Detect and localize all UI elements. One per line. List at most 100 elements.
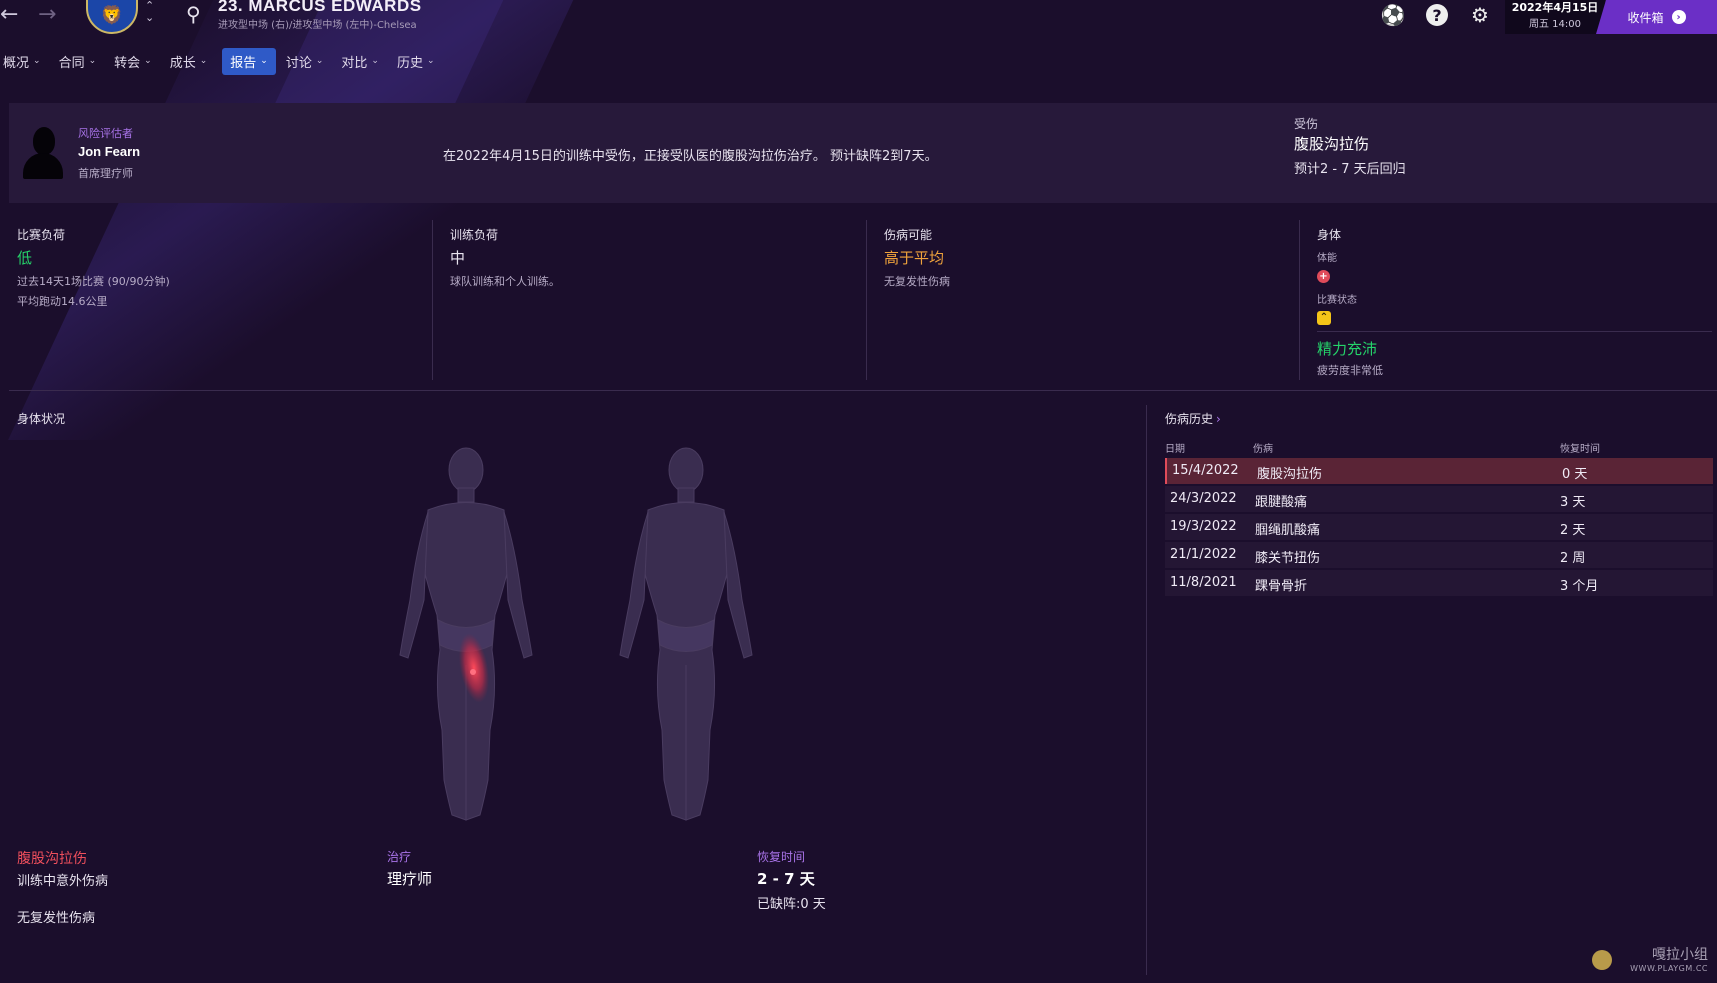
menu-transfer[interactable]: 转会 ⌄ — [111, 48, 160, 75]
form-label: 比赛状态 — [1317, 295, 1357, 306]
injury-history-link[interactable]: 伤病历史 › — [1165, 410, 1221, 427]
physical-heading: 身体 — [1317, 228, 1342, 242]
table-row[interactable]: 15/4/2022 腹股沟拉伤 0 天 — [1165, 458, 1713, 484]
divider — [1317, 331, 1712, 332]
chevron-down-icon: ⌄ — [315, 56, 324, 66]
injury-proneness-panel: 伤病可能 高于平均 无复发性伤病 — [866, 220, 1299, 380]
help-icon[interactable]: ? — [1426, 4, 1448, 26]
chevron-down-icon: ⌄ — [426, 56, 435, 66]
missed-days: 已缺阵:0 天 — [757, 897, 826, 912]
match-load-panel: 比赛负荷 低 过去14天1场比赛 (90/90分钟) 平均跑动14.6公里 — [0, 220, 432, 380]
column-header-date[interactable]: 日期 — [1165, 440, 1185, 455]
back-arrow-icon[interactable]: ← — [0, 2, 18, 27]
avatar[interactable] — [23, 127, 63, 179]
menu-label: 对比 — [341, 55, 368, 71]
menu-compare[interactable]: 对比 ⌄ — [338, 48, 387, 75]
cell-date: 21/1/2022 — [1170, 547, 1237, 562]
table-row[interactable]: 21/1/2022 膝关节扭伤 2 周 — [1165, 542, 1713, 568]
cell-recovery: 0 天 — [1562, 467, 1588, 482]
player-menu: 概况 ⌄ 合同 ⌄ 转会 ⌄ 成长 ⌄ 报告 ⌄ 讨论 ⌄ 对比 ⌄ 历史 ⌄ — [0, 47, 450, 75]
cell-injury: 腘绳肌酸痛 — [1255, 523, 1321, 538]
forward-arrow-icon[interactable]: → — [38, 2, 56, 27]
column-header-recovery[interactable]: 恢复时间 — [1560, 440, 1600, 455]
inbox-label: 收件箱 — [1627, 10, 1664, 25]
top-bar: ← → 🦁 ⌃ ⌄ ⚲ 23. MARCUS EDWARDS 进攻型中场 (右)/… — [0, 0, 1717, 40]
cell-recovery: 3 天 — [1560, 495, 1586, 510]
watermark-title: 嘎拉小组 — [1652, 947, 1708, 963]
recurrence-label: 无复发性伤病 — [17, 911, 96, 926]
recovery-heading: 恢复时间 — [757, 850, 806, 864]
match-load-distance: 平均跑动14.6公里 — [17, 295, 108, 308]
cell-injury: 踝骨骨折 — [1255, 579, 1308, 594]
divider — [9, 390, 1717, 391]
training-load-heading: 训练负荷 — [450, 228, 499, 242]
table-row[interactable]: 19/3/2022 腘绳肌酸痛 2 天 — [1165, 514, 1713, 540]
match-load-heading: 比赛负荷 — [17, 228, 66, 242]
injury-type-label: 训练中意外伤病 — [17, 874, 109, 889]
injury-heading: 受伤 — [1294, 117, 1319, 131]
advisor-role: 风险评估者 — [78, 127, 133, 140]
injury-proneness-heading: 伤病可能 — [884, 228, 933, 242]
advisor-title: 首席理疗师 — [78, 167, 133, 180]
chevron-down-icon: ⌄ — [260, 56, 268, 66]
menu-label: 讨论 — [285, 55, 312, 71]
menu-label: 成长 — [169, 55, 196, 71]
table-row[interactable]: 24/3/2022 跟腱酸痛 3 天 — [1165, 486, 1713, 512]
cell-injury: 腹股沟拉伤 — [1257, 467, 1323, 482]
fitness-status-icon: + — [1317, 270, 1330, 283]
injury-proneness-value: 高于平均 — [884, 249, 945, 267]
menu-label: 历史 — [396, 55, 423, 71]
body-diagram — [399, 447, 753, 821]
menu-discuss[interactable]: 讨论 ⌄ — [283, 48, 332, 75]
menu-reports[interactable]: 报告 ⌄ — [222, 47, 276, 75]
watermark-logo-icon — [1592, 950, 1612, 970]
column-header-injury[interactable]: 伤病 — [1253, 440, 1273, 455]
cell-injury: 跟腱酸痛 — [1255, 495, 1308, 510]
player-subtitle: 进攻型中场 (右)/进攻型中场 (左中)-Chelsea — [218, 20, 417, 31]
chevron-down-icon: ⌄ — [371, 56, 379, 66]
body-front-figure — [399, 447, 533, 821]
chevron-down-icon: ⌄ — [88, 56, 97, 66]
menu-history[interactable]: 历史 ⌄ — [394, 48, 443, 75]
cell-recovery: 2 周 — [1560, 551, 1586, 566]
cell-date: 24/3/2022 — [1170, 491, 1237, 506]
date-display[interactable]: 2022年4月15日 周五 14:00 — [1505, 0, 1605, 34]
watermark-url: WWW.PLAYGM.CC — [1630, 964, 1708, 973]
day-time-label: 周五 14:00 — [1529, 19, 1581, 30]
history-table: 15/4/2022 腹股沟拉伤 0 天 24/3/2022 跟腱酸痛 3 天 1… — [1165, 458, 1713, 598]
training-load-value: 中 — [450, 249, 466, 267]
menu-development[interactable]: 成长 ⌄ — [167, 48, 216, 75]
stats-row: 比赛负荷 低 过去14天1场比赛 (90/90分钟) 平均跑动14.6公里 训练… — [0, 220, 1717, 380]
cell-date: 19/3/2022 — [1170, 519, 1237, 534]
form-up-icon: ⌃ — [1317, 311, 1331, 325]
player-name: 23. MARCUS EDWARDS — [218, 0, 422, 15]
chevron-right-icon: › — [1216, 412, 1221, 426]
menu-label: 概况 — [3, 55, 30, 71]
menu-overview[interactable]: 概况 ⌄ — [0, 48, 49, 75]
treatment-heading: 治疗 — [387, 850, 412, 864]
cell-recovery: 3 个月 — [1560, 579, 1599, 594]
chevron-down-icon: ⌄ — [199, 56, 208, 66]
physical-panel: 身体 体能 + 比赛状态 ⌃ 精力充沛 疲劳度非常低 — [1299, 220, 1717, 380]
divider — [1146, 405, 1147, 975]
inbox-button[interactable]: 收件箱 › — [1596, 0, 1717, 34]
date-label: 2022年4月15日 — [1511, 1, 1599, 14]
physical-condition-title: 身体状况 — [17, 412, 66, 426]
physical-value: 精力充沛 — [1317, 340, 1378, 358]
injury-proneness-detail: 无复发性伤病 — [884, 275, 950, 288]
advisor-name[interactable]: Jon Fearn — [78, 144, 140, 159]
injury-point — [470, 669, 476, 675]
crest-toggle-icon[interactable]: ⌃ ⌄ — [145, 0, 154, 24]
search-icon[interactable]: ⚲ — [186, 2, 201, 26]
advisor-panel: 风险评估者 Jon Fearn 首席理疗师 在2022年4月15日的训练中受伤，… — [9, 103, 1717, 203]
body-back-figure — [619, 447, 753, 821]
injury-return: 预计2 - 7 天后回归 — [1294, 162, 1406, 177]
table-row[interactable]: 11/8/2021 踝骨骨折 3 个月 — [1165, 570, 1713, 596]
treatment-value: 理疗师 — [387, 870, 433, 888]
injury-name-label: 腹股沟拉伤 — [17, 851, 87, 867]
football-icon[interactable]: ⚽ — [1380, 2, 1406, 28]
menu-label: 转会 — [114, 55, 141, 71]
menu-contract[interactable]: 合同 ⌄ — [56, 48, 105, 75]
gear-icon[interactable]: ⚙ — [1467, 2, 1493, 28]
club-crest-icon[interactable]: 🦁 — [86, 0, 138, 34]
